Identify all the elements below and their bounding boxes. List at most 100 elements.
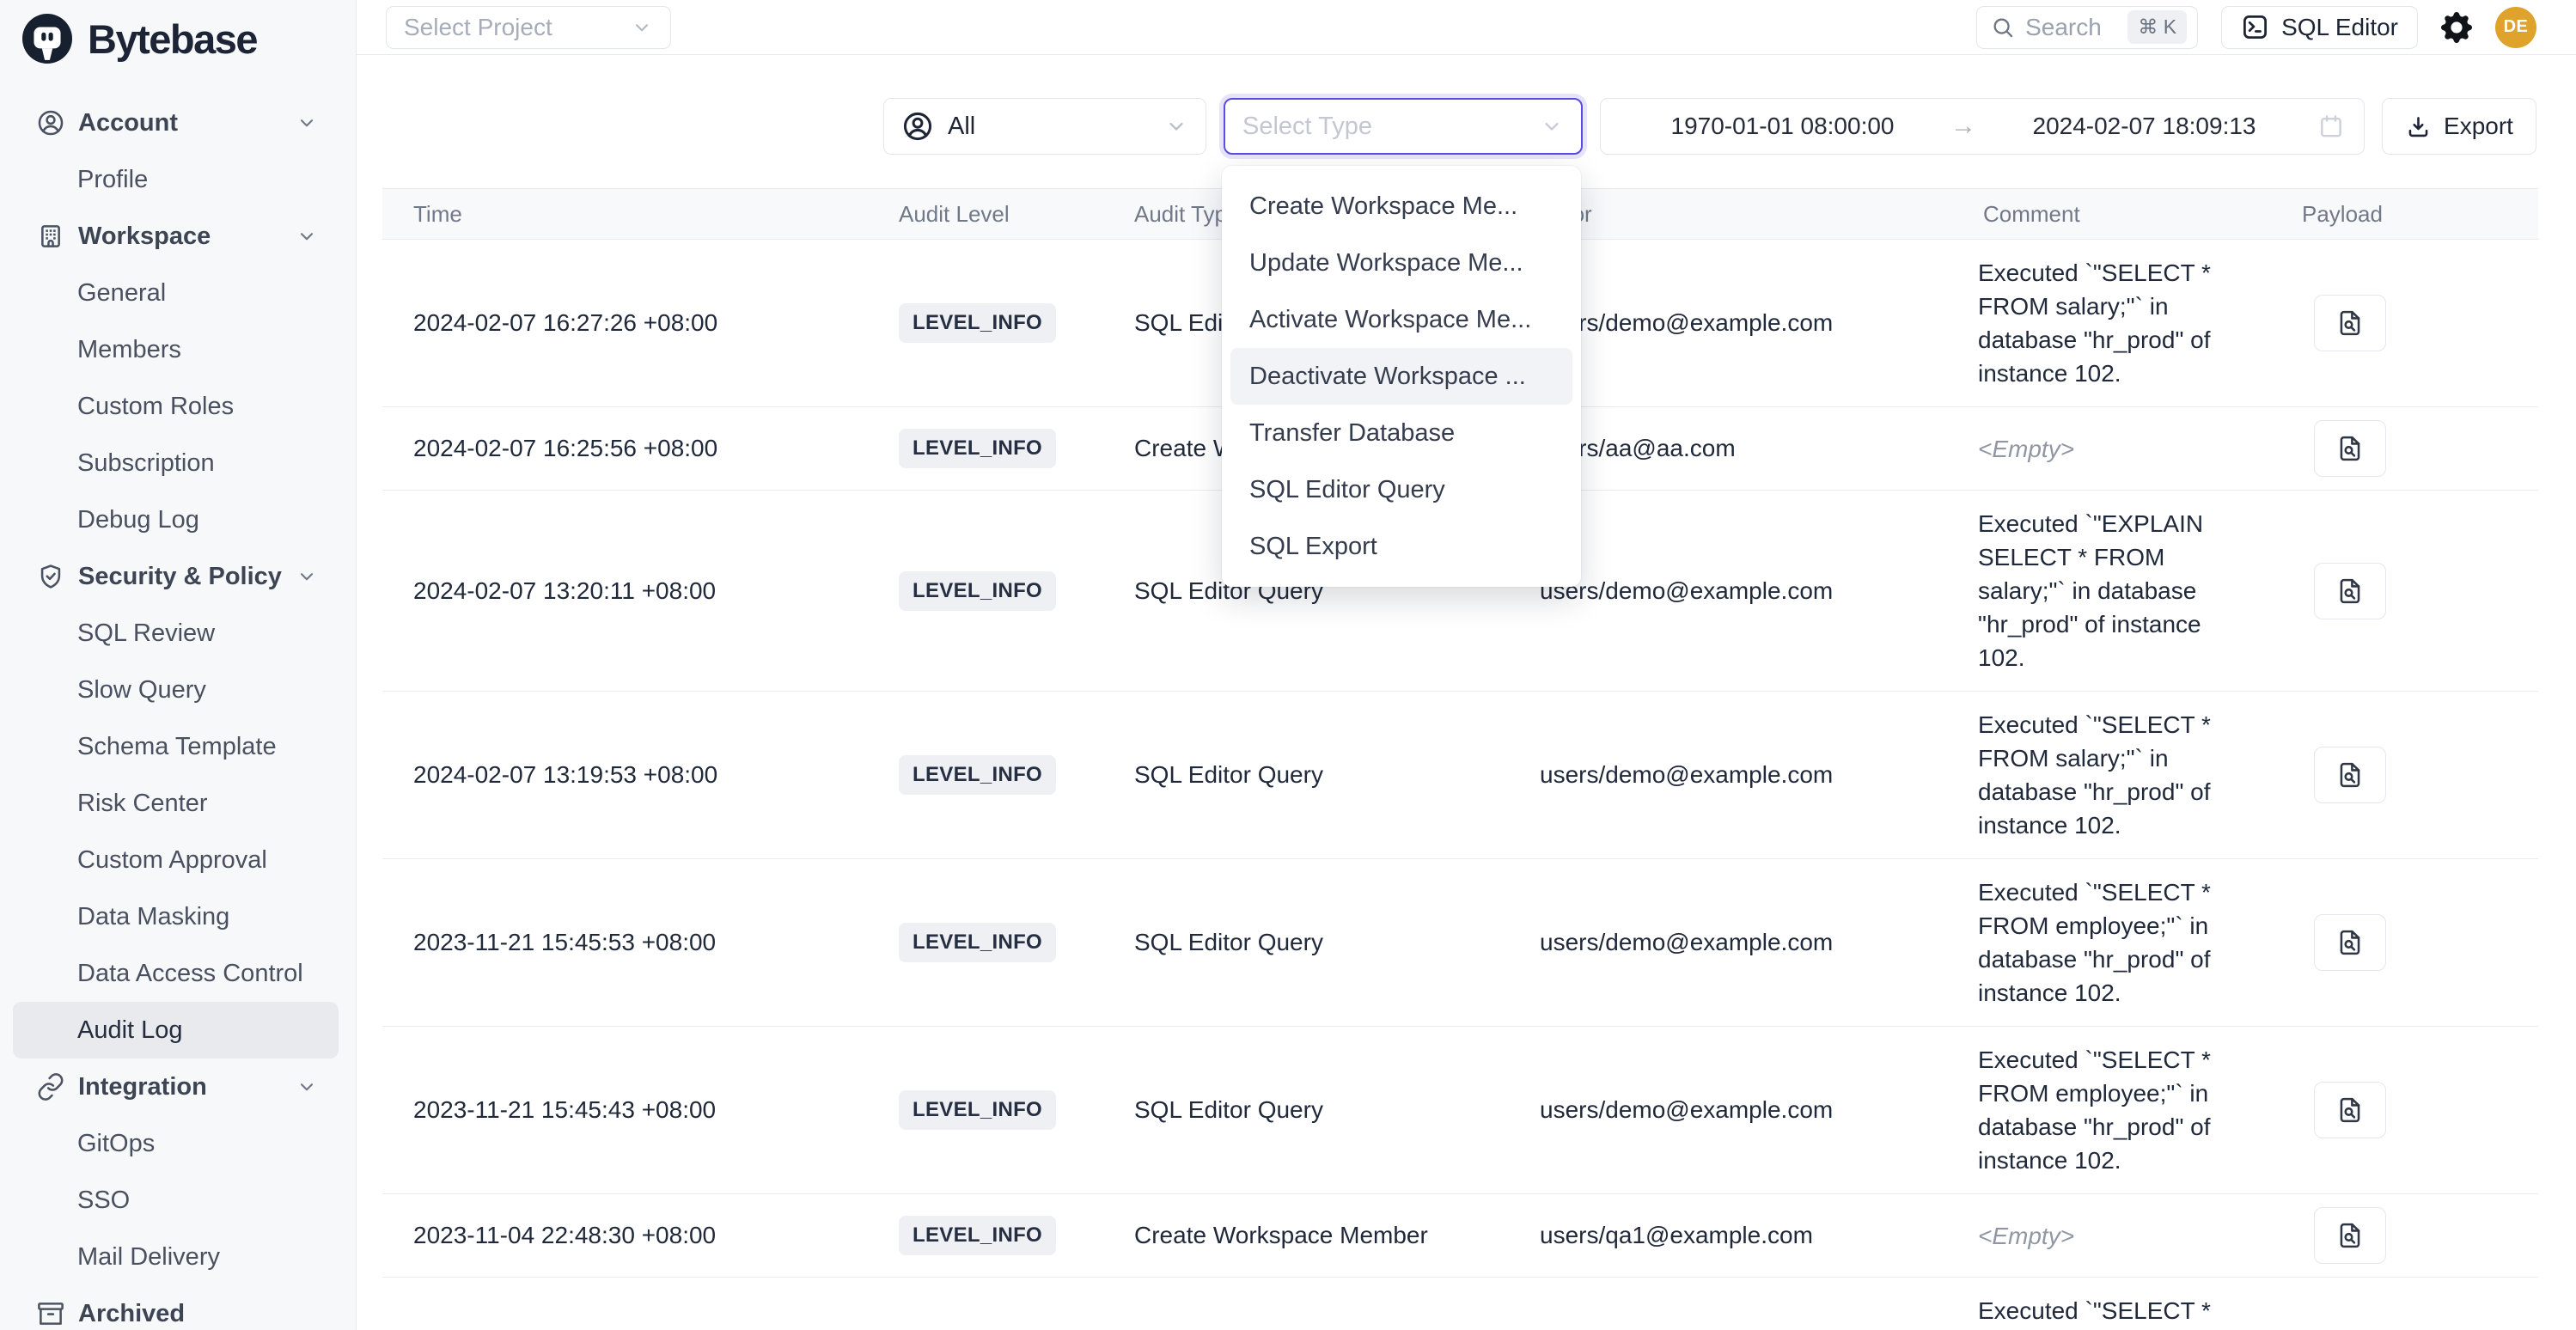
sidebar-item-label: Risk Center [77, 790, 208, 818]
search-placeholder: Search [2025, 14, 2102, 41]
file-search-icon [2335, 1220, 2365, 1251]
audit-type-cell: SQL Editor Query [1103, 1096, 1509, 1124]
actor-cell: users/demo@example.com [1509, 761, 1952, 789]
export-button[interactable]: Export [2382, 98, 2536, 155]
sidebar-item-data-access-control[interactable]: Data Access Control [13, 945, 339, 1002]
sidebar-item-risk-center[interactable]: Risk Center [13, 775, 339, 832]
type-option-sql-export[interactable]: SQL Export [1230, 518, 1572, 575]
payload-view-button[interactable] [2314, 420, 2386, 477]
payload-view-button[interactable] [2314, 295, 2386, 351]
audit-level-badge: LEVEL_INFO [899, 1216, 1056, 1255]
sidebar-item-archived[interactable]: Archived [13, 1285, 339, 1330]
payload-view-button[interactable] [2314, 747, 2386, 803]
date-range-picker[interactable]: 1970-01-01 08:00:00 → 2024-02-07 18:09:1… [1600, 98, 2365, 155]
sidebar-item-general[interactable]: General [13, 265, 339, 321]
table-row: 2023-11-04 22:48:30 +08:00LEVEL_INFOCrea… [382, 1194, 2538, 1278]
column-header-payload: Payload [2271, 201, 2530, 228]
sidebar-item-debug-log[interactable]: Debug Log [13, 491, 339, 548]
actor-filter-select[interactable]: All [883, 98, 1206, 155]
type-option-sql-editor-query[interactable]: SQL Editor Query [1230, 461, 1572, 518]
payload-cell [2271, 563, 2530, 619]
column-header-audit-level: Audit Level [868, 201, 1103, 228]
type-filter-select[interactable]: Select Type [1224, 98, 1583, 155]
search-icon [1991, 15, 2015, 40]
bytebase-logo-icon [22, 14, 72, 64]
file-search-icon [2335, 576, 2365, 607]
chevron-down-icon [296, 225, 318, 247]
search-input[interactable]: Search ⌘ K [1976, 6, 2198, 49]
type-option-deactivate-workspace[interactable]: Deactivate Workspace ... [1230, 348, 1572, 405]
sidebar-item-label: Account [78, 109, 178, 137]
audit-level-cell: LEVEL_INFO [868, 303, 1103, 343]
sidebar-item-sql-review[interactable]: SQL Review [13, 605, 339, 662]
type-option-create-workspace-me[interactable]: Create Workspace Me... [1230, 178, 1572, 235]
file-search-icon [2335, 760, 2365, 790]
sidebar-item-label: SQL Review [77, 619, 215, 648]
sidebar-item-profile[interactable]: Profile [13, 151, 339, 208]
type-option-transfer-database[interactable]: Transfer Database [1230, 405, 1572, 461]
link-icon [36, 1072, 65, 1101]
type-option-update-workspace-me[interactable]: Update Workspace Me... [1230, 235, 1572, 291]
table-row: 2023-11-21 15:45:43 +08:00LEVEL_INFOSQL … [382, 1027, 2538, 1194]
payload-cell [2271, 1207, 2530, 1264]
avatar[interactable]: DE [2495, 7, 2536, 48]
export-label: Export [2444, 113, 2513, 140]
sidebar-item-members[interactable]: Members [13, 321, 339, 378]
chevron-down-icon [296, 1076, 318, 1098]
audit-level-badge: LEVEL_INFO [899, 429, 1056, 468]
type-dropdown-menu: Create Workspace Me...Update Workspace M… [1222, 166, 1581, 587]
sidebar-item-label: Integration [78, 1073, 207, 1101]
user-circle-icon [36, 108, 65, 137]
sidebar-item-account[interactable]: Account [13, 95, 339, 151]
time-cell: 2023-11-21 15:45:43 +08:00 [382, 1096, 868, 1124]
chevron-down-icon [1164, 114, 1188, 138]
payload-cell [2271, 747, 2530, 803]
sidebar-nav: Account ProfileWorkspaceGeneral Members Cus… [0, 65, 356, 1330]
time-cell: 2024-02-07 16:25:56 +08:00 [382, 435, 868, 462]
file-search-icon [2335, 433, 2365, 464]
actor-cell: users/demo@example.com [1509, 929, 1952, 956]
time-cell: 2024-02-07 16:27:26 +08:00 [382, 309, 868, 337]
sidebar-item-data-masking[interactable]: Data Masking [13, 888, 339, 945]
sidebar-item-label: Debug Log [77, 506, 199, 534]
column-header-time: Time [382, 201, 868, 228]
payload-view-button[interactable] [2314, 1207, 2386, 1264]
type-option-activate-workspace-me[interactable]: Activate Workspace Me... [1230, 291, 1572, 348]
payload-view-button[interactable] [2314, 563, 2386, 619]
sidebar-item-custom-roles[interactable]: Custom Roles [13, 378, 339, 435]
sidebar-item-audit-log[interactable]: Audit Log [13, 1002, 339, 1059]
chevron-down-icon [296, 112, 318, 134]
sidebar-item-security-policy[interactable]: Security & Policy [13, 548, 339, 605]
sidebar-item-label: Members [77, 336, 181, 364]
gear-icon[interactable] [2441, 12, 2472, 43]
sidebar-item-custom-approval[interactable]: Custom Approval [13, 832, 339, 888]
sidebar-item-label: GitOps [77, 1130, 155, 1158]
search-shortcut-badge: ⌘ K [2127, 10, 2187, 44]
payload-view-button[interactable] [2314, 1082, 2386, 1138]
comment-cell: Executed `"EXPLAIN SELECT * FROM salary;… [1952, 491, 2271, 691]
sidebar-item-integration[interactable]: Integration [13, 1059, 339, 1115]
sql-editor-button[interactable]: SQL Editor [2221, 6, 2418, 49]
project-select[interactable]: Select Project [386, 6, 671, 49]
sidebar-item-label: SSO [77, 1187, 130, 1215]
sidebar-item-slow-query[interactable]: Slow Query [13, 662, 339, 718]
sidebar-item-mail-delivery[interactable]: Mail Delivery [13, 1229, 339, 1285]
audit-type-cell: SQL Editor Query [1103, 929, 1509, 956]
bytebase-logo[interactable]: Bytebase [0, 0, 356, 65]
file-search-icon [2335, 308, 2365, 339]
payload-view-button[interactable] [2314, 914, 2386, 971]
file-search-icon [2335, 1095, 2365, 1126]
sidebar-item-subscription[interactable]: Subscription [13, 435, 339, 491]
audit-level-badge: LEVEL_INFO [899, 755, 1056, 795]
payload-cell [2271, 1082, 2530, 1138]
sidebar-item-sso[interactable]: SSO [13, 1172, 339, 1229]
sidebar-item-schema-template[interactable]: Schema Template [13, 718, 339, 775]
arrow-right-icon: → [1945, 112, 1981, 141]
sidebar-item-workspace[interactable]: Workspace [13, 208, 339, 265]
actor-filter-value: All [948, 113, 975, 141]
audit-level-badge: LEVEL_INFO [899, 303, 1056, 343]
sidebar-item-gitops[interactable]: GitOps [13, 1115, 339, 1172]
chevron-down-icon [1540, 114, 1564, 138]
sidebar-item-label: Custom Approval [77, 846, 267, 875]
audit-level-cell: LEVEL_INFO [868, 571, 1103, 611]
